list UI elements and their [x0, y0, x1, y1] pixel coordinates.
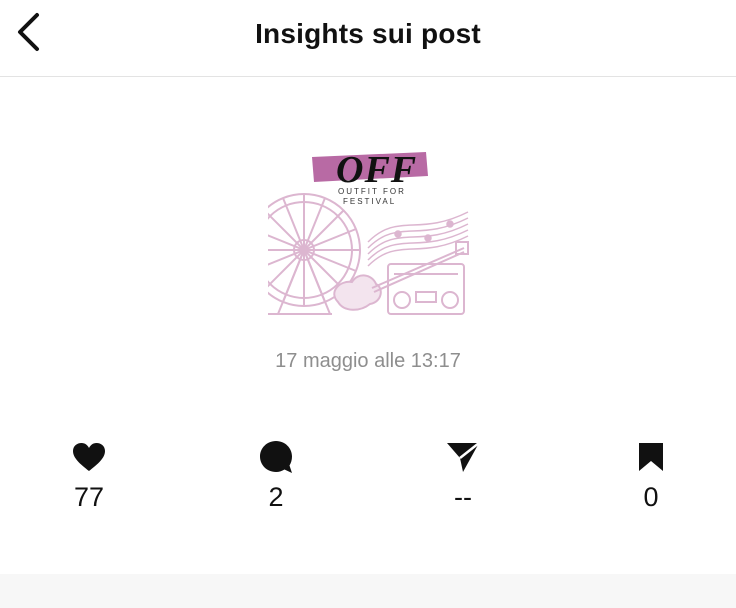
page-title: Insights sui post — [255, 18, 481, 49]
post-thumbnail-art: OFF OUTFIT FOR FESTIVAL — [247, 149, 469, 315]
comments-count: 2 — [268, 482, 284, 512]
likes-stat: 77 — [44, 438, 134, 512]
post-tagline-2: FESTIVAL — [343, 197, 396, 206]
post-tagline-1: OUTFIT FOR — [338, 187, 406, 196]
saves-stat: 0 — [606, 438, 696, 512]
top-bar: Insights sui post — [0, 0, 736, 77]
comment-bubble-icon — [260, 441, 292, 473]
shares-count: -- — [454, 482, 472, 512]
post-logo-text: OFF — [336, 149, 417, 191]
section-divider — [0, 574, 736, 608]
heart-icon — [73, 443, 105, 471]
post-timestamp: 17 maggio alle 13:17 — [275, 350, 461, 372]
comments-stat: 2 — [231, 438, 321, 512]
bookmark-icon — [639, 443, 663, 471]
saves-count: 0 — [643, 482, 659, 512]
likes-count: 77 — [73, 482, 105, 512]
post-thumbnail[interactable]: OFF OUTFIT FOR FESTIVAL — [247, 142, 470, 320]
paper-plane-icon — [447, 442, 480, 472]
shares-stat: -- — [418, 438, 508, 512]
